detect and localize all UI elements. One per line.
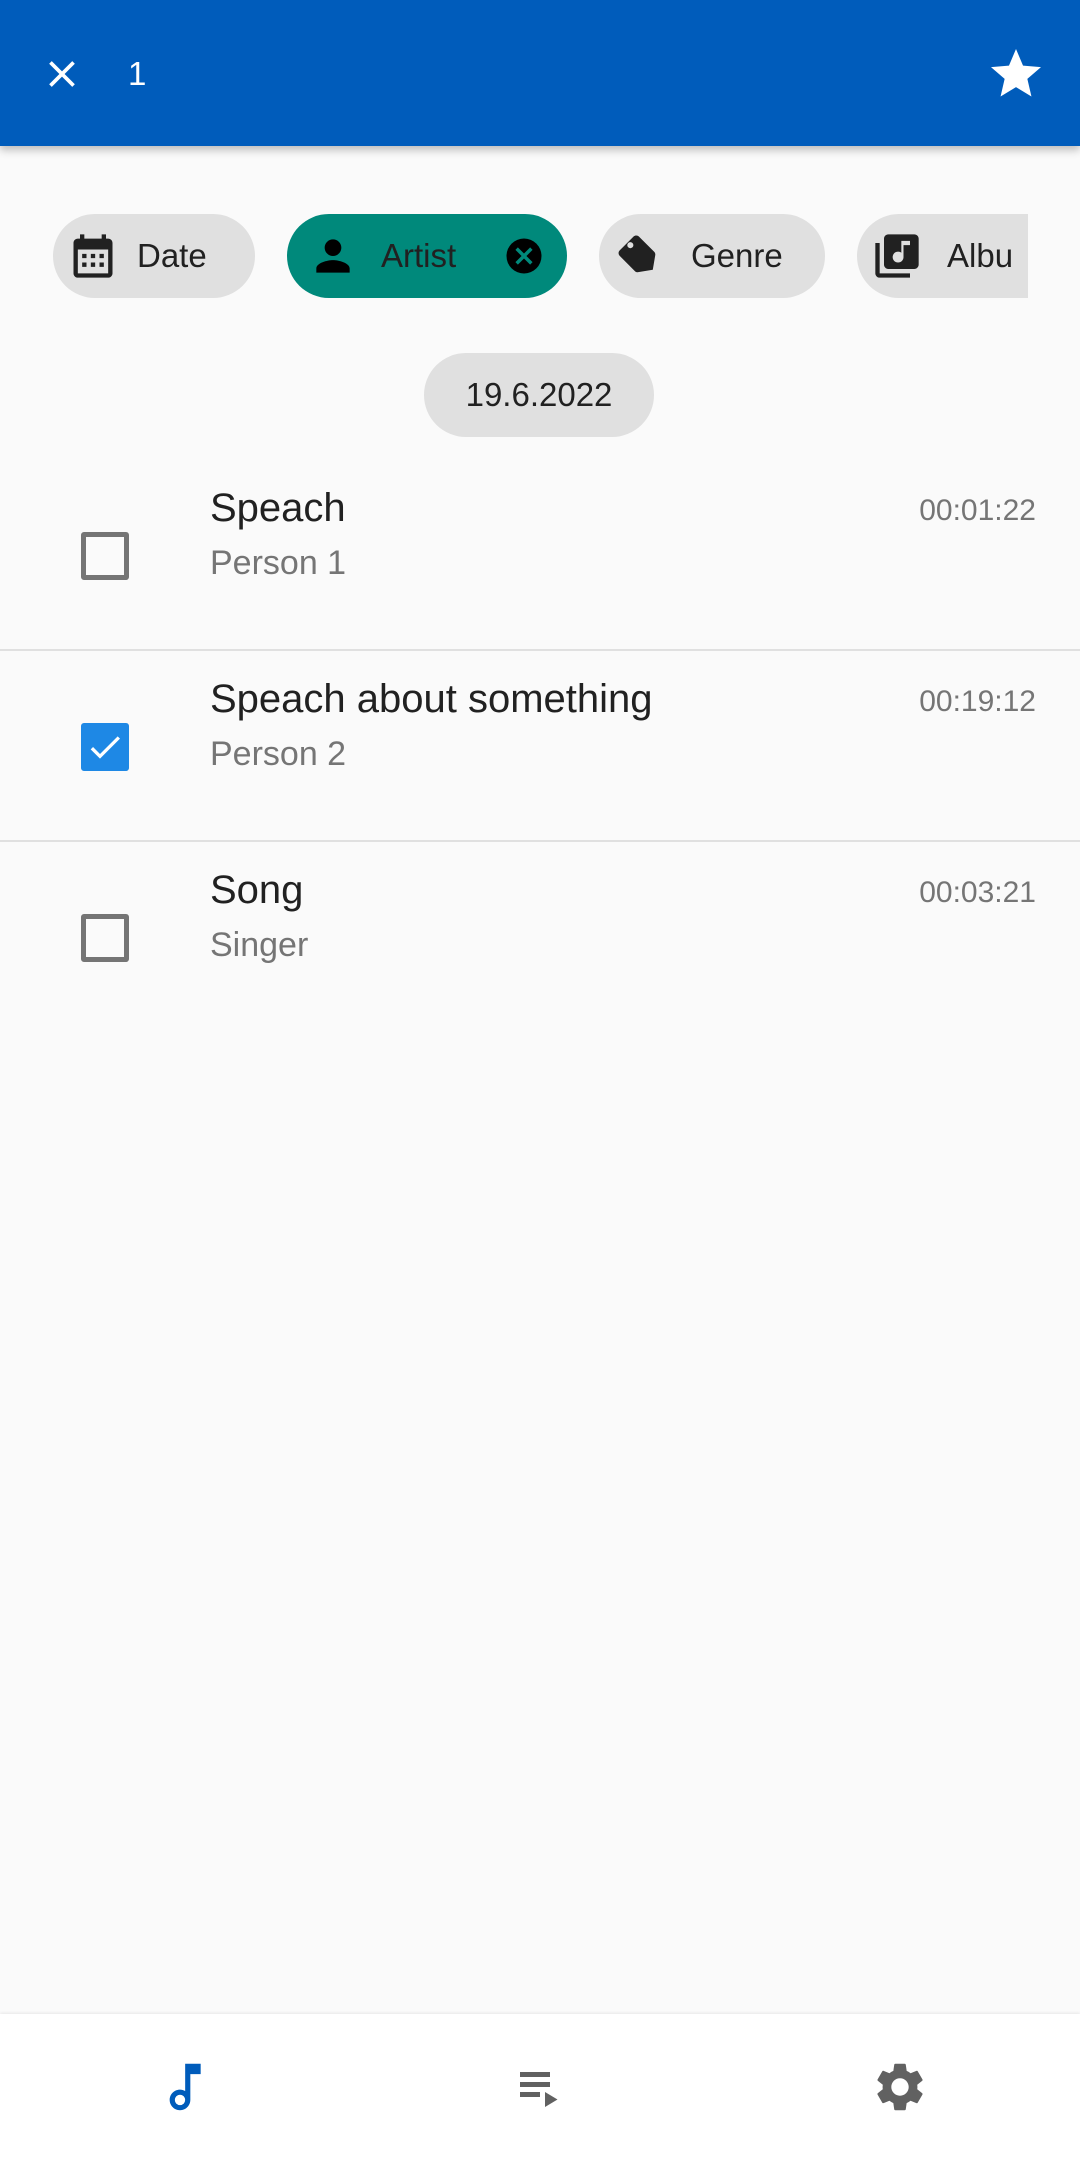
chip-date[interactable]: Date: [53, 214, 255, 298]
chip-artist-label: Artist: [381, 237, 457, 274]
list-item[interactable]: Speach about something Person 2 00:19:12: [0, 651, 1080, 842]
selected-count: 1: [128, 55, 147, 92]
date-header: 19.6.2022: [424, 353, 654, 437]
queue-play-icon: [520, 2072, 558, 2107]
track-duration: 00:01:22: [919, 494, 1036, 527]
track-artist: Person 2: [210, 735, 347, 773]
list-item[interactable]: Speach Person 1 00:01:22: [0, 460, 1080, 651]
gear-icon: [877, 2063, 923, 2111]
chip-genre-label: Genre: [691, 237, 783, 274]
chip-artist[interactable]: Artist: [287, 214, 567, 298]
track-title: Speach about something: [210, 677, 653, 721]
person-icon: [307, 230, 359, 282]
filter-chip-row: Date Artist Genre Albu: [53, 214, 1028, 298]
nav-settings[interactable]: [855, 2042, 945, 2132]
favorite-button[interactable]: [982, 40, 1050, 108]
track-checkbox[interactable]: [81, 723, 129, 771]
bottom-navigation: [0, 2014, 1080, 2160]
close-selection-button[interactable]: [30, 42, 94, 106]
chip-date-label: Date: [137, 237, 207, 274]
track-artist: Singer: [210, 926, 309, 964]
music-note-icon: [169, 2063, 201, 2111]
remove-filter-icon[interactable]: [503, 235, 545, 277]
app-bar: 1: [0, 0, 1080, 146]
tag-icon: [613, 230, 665, 282]
calendar-icon: [67, 230, 119, 282]
track-title: Song: [210, 868, 304, 912]
track-title: Speach: [210, 486, 346, 530]
close-icon: [49, 61, 75, 87]
track-checkbox[interactable]: [81, 914, 129, 962]
chip-album[interactable]: Albu: [857, 214, 1028, 298]
track-duration: 00:19:12: [919, 685, 1036, 718]
nav-music[interactable]: [135, 2042, 225, 2132]
chip-album-label: Albu: [947, 237, 1014, 274]
album-icon: [871, 230, 923, 282]
nav-queue[interactable]: [495, 2042, 585, 2132]
chip-genre[interactable]: Genre: [599, 214, 825, 298]
list-item[interactable]: Song Singer 00:03:21: [0, 842, 1080, 1033]
star-icon: [991, 49, 1041, 97]
track-duration: 00:03:21: [919, 876, 1036, 909]
track-artist: Person 1: [210, 544, 347, 582]
track-checkbox[interactable]: [81, 532, 129, 580]
check-icon: [90, 736, 120, 759]
